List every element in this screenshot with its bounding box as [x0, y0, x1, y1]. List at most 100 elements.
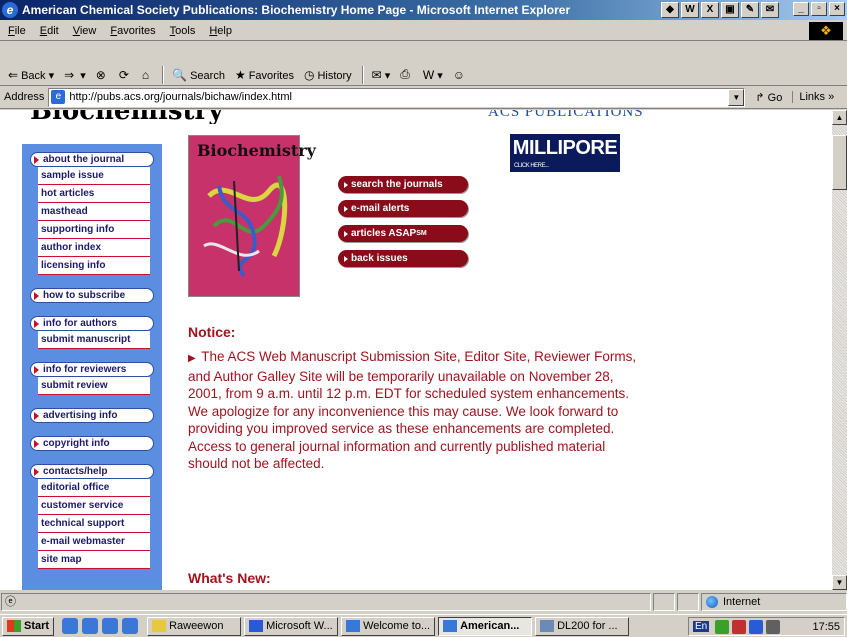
sidebar-subitem-site-map[interactable]: site map: [38, 551, 150, 569]
refresh-button[interactable]: ⟳: [119, 68, 132, 82]
links-label: Links: [799, 91, 826, 103]
scroll-up-icon[interactable]: ▲: [832, 110, 847, 125]
word-icon[interactable]: W: [681, 2, 699, 18]
sidebar-nav: about the journal sample issue hot article…: [22, 144, 162, 590]
menu-favorites[interactable]: Favorites: [110, 25, 155, 37]
back-arrow-icon: ⇐: [8, 67, 19, 82]
menu-help[interactable]: Help: [209, 25, 232, 37]
scroll-thumb[interactable]: [832, 135, 847, 190]
sidebar-subitem-e-mail-webmaster[interactable]: e-mail webmaster: [38, 533, 150, 551]
search-journals-button[interactable]: search the journals: [338, 176, 468, 193]
address-bar: Address e http://pubs.acs.org/journals/b…: [0, 86, 847, 108]
media-player-icon[interactable]: [122, 618, 139, 634]
start-button[interactable]: Start: [2, 616, 55, 636]
sidebar-item-contacts-help[interactable]: contacts/help: [30, 464, 154, 479]
ie-icon: e: [2, 2, 18, 18]
vertical-scrollbar[interactable]: ▲ ▼: [832, 110, 847, 590]
print-button[interactable]: ⎙: [400, 67, 413, 82]
task-welcome[interactable]: Welcome to...: [341, 616, 436, 636]
sidebar-item-label: info for authors: [43, 318, 117, 329]
back-issues-button[interactable]: back issues: [338, 250, 468, 267]
status-cell: [677, 593, 699, 611]
back-label: Back: [21, 69, 46, 82]
sidebar-item-info-for-authors[interactable]: info for authors: [30, 316, 154, 331]
email-alerts-button[interactable]: e-mail alerts: [338, 200, 468, 217]
sidebar-item-about-the-journal[interactable]: about the journal: [30, 152, 154, 167]
address-url[interactable]: http://pubs.acs.org/journals/bichaw/inde…: [69, 91, 292, 103]
app-icon[interactable]: ◆: [661, 2, 679, 18]
back-button[interactable]: ⇐ Back ▾: [8, 68, 54, 82]
scroll-down-icon[interactable]: ▼: [832, 575, 847, 590]
maximize-button[interactable]: ▫: [811, 2, 827, 16]
arrow-icon: [34, 411, 39, 420]
home-icon: ⌂: [141, 67, 150, 82]
outlook-icon[interactable]: [102, 618, 119, 634]
home-button[interactable]: ⌂: [142, 68, 152, 82]
sidebar-item-copyright-info[interactable]: copyright info: [30, 436, 154, 451]
title-tray-icons: ◆ W X ▣ ✎ ✉: [661, 2, 779, 18]
acs-publications-logo[interactable]: ACS PUBLICATIONS: [488, 110, 644, 121]
menu-tools[interactable]: Tools: [170, 25, 196, 37]
menu-view[interactable]: View: [73, 25, 97, 37]
links-button[interactable]: Links »: [792, 91, 834, 103]
address-dropdown-icon[interactable]: ▼: [728, 88, 745, 106]
sidebar-subitem-customer-service[interactable]: customer service: [38, 497, 150, 515]
task-american[interactable]: American...: [438, 616, 533, 636]
edit-button[interactable]: W ▾: [423, 68, 443, 82]
excel-icon[interactable]: X: [701, 2, 719, 18]
articles-asap-button[interactable]: articles ASAP SM: [338, 225, 468, 242]
zone-label: Internet: [723, 596, 761, 608]
go-button[interactable]: ↱ Go: [755, 91, 782, 104]
ie-icon[interactable]: [82, 618, 99, 634]
favorites-button[interactable]: ★ Favorites: [235, 68, 294, 82]
millipore-ad[interactable]: MILLIPORE CLICK HERE...: [510, 134, 620, 172]
favorites-label: Favorites: [248, 69, 294, 82]
tray-app-icon[interactable]: [766, 619, 781, 634]
sidebar-subitem-submit-review[interactable]: submit review: [38, 377, 150, 395]
app-icon[interactable]: ▣: [721, 2, 739, 18]
journal-cover[interactable]: Biochemistry: [188, 135, 316, 297]
biochemistry-logo[interactable]: Biochemistry: [30, 110, 223, 124]
status-cell: [653, 593, 675, 611]
menu-file[interactable]: File: [8, 25, 26, 37]
desktop-icon[interactable]: [62, 618, 79, 634]
menu-edit[interactable]: Edit: [40, 25, 59, 37]
sidebar-subitem-editorial-office[interactable]: editorial office: [38, 479, 150, 497]
arrow-icon: [34, 439, 39, 448]
sidebar-subitem-author-index[interactable]: author index: [38, 239, 150, 257]
sidebar-group: info for reviewers submit review: [30, 362, 158, 395]
close-button[interactable]: ×: [829, 2, 845, 16]
tray-app-icon[interactable]: [732, 619, 747, 634]
sidebar-subitem-licensing-info[interactable]: licensing info: [38, 257, 150, 275]
sidebar-subitem-technical-support[interactable]: technical support: [38, 515, 150, 533]
minimize-button[interactable]: _: [793, 2, 809, 16]
refresh-icon: ⟳: [118, 67, 129, 82]
sidebar-subitem-hot-articles[interactable]: hot articles: [38, 185, 150, 203]
task-microsoft-word[interactable]: Microsoft W...: [244, 616, 339, 636]
tray-app-icon[interactable]: [715, 619, 730, 634]
task-label: Microsoft W...: [266, 620, 333, 632]
search-button[interactable]: 🔍 Search: [172, 68, 225, 82]
mail-button[interactable]: ✉ ▾: [372, 68, 391, 82]
app-icon[interactable]: ✉: [761, 2, 779, 18]
sidebar-subitem-sample-issue[interactable]: sample issue: [38, 167, 150, 185]
sidebar-subitem-submit-manuscript[interactable]: submit manuscript: [38, 331, 150, 349]
app-icon[interactable]: ✎: [741, 2, 759, 18]
history-button[interactable]: ◷ History: [304, 68, 352, 82]
title-bar: e American Chemical Society Publications…: [0, 0, 847, 20]
stop-button[interactable]: ⊗: [96, 68, 109, 82]
sidebar-item-advertising-info[interactable]: advertising info: [30, 408, 154, 423]
task-dl200[interactable]: DL200 for ...: [535, 616, 630, 636]
sidebar-item-info-for-reviewers[interactable]: info for reviewers: [30, 362, 154, 377]
tray-app-icon[interactable]: [749, 619, 764, 634]
task-raweewon[interactable]: Raweewon: [147, 616, 242, 636]
sidebar-subitem-supporting-info[interactable]: supporting info: [38, 221, 150, 239]
sidebar-subitem-masthead[interactable]: masthead: [38, 203, 150, 221]
notice-heading: Notice:: [188, 324, 236, 340]
language-indicator[interactable]: En: [693, 621, 710, 632]
address-input[interactable]: e http://pubs.acs.org/journals/bichaw/in…: [48, 87, 746, 107]
messenger-button[interactable]: ☺: [453, 68, 468, 82]
sidebar-item-how-to-subscribe[interactable]: how to subscribe: [30, 288, 154, 303]
windows-logo-icon: ❖: [809, 22, 843, 40]
forward-button[interactable]: ⇒ ▾: [64, 68, 86, 82]
